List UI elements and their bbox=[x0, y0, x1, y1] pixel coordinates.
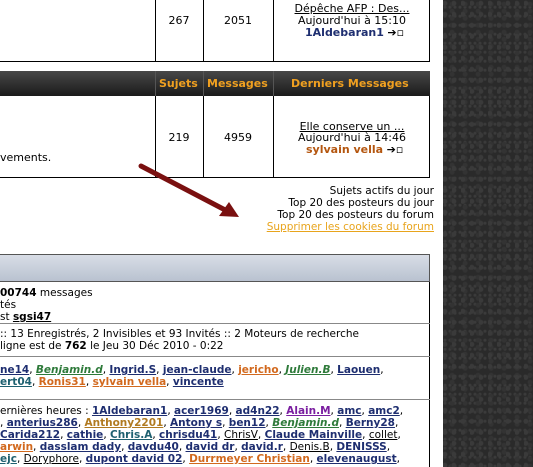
user-link[interactable]: Denis.B bbox=[290, 441, 330, 453]
user-link[interactable]: Antony s bbox=[170, 417, 222, 429]
header-sujets: Sujets bbox=[159, 77, 198, 90]
stats-messages-count: 00744 bbox=[0, 287, 37, 299]
stats-messages: 00744 messages bbox=[0, 287, 93, 299]
online-record-count: 762 bbox=[64, 340, 87, 352]
goto-post-icon[interactable]: ➔▫ bbox=[387, 26, 404, 39]
message-count: 2051 bbox=[224, 14, 252, 27]
page-background-dark bbox=[443, 0, 533, 467]
last-hours-row1: ernières heures : 1Aldebaran1, acer1969,… bbox=[0, 405, 404, 417]
stats-line2: tés bbox=[0, 299, 17, 311]
user-link[interactable]: elevenaugust bbox=[317, 453, 397, 465]
user-link[interactable]: Benjamin.d bbox=[272, 417, 339, 429]
last-hours-row3: Carida212, cathie, Chris.A, chrisdu41, C… bbox=[0, 429, 401, 441]
user-link[interactable]: davdu40 bbox=[128, 441, 179, 453]
user-link[interactable]: david dr bbox=[186, 441, 235, 453]
user-link[interactable]: david.r bbox=[241, 441, 283, 453]
online-record-suffix: le Jeu 30 Déc 2010 - 0:22 bbox=[90, 340, 224, 352]
user-link[interactable]: arwin bbox=[0, 441, 33, 453]
last-post-user[interactable]: 1Aldebaran1 ➔▫ bbox=[305, 26, 404, 39]
user-link[interactable]: amc bbox=[337, 405, 361, 417]
top20-forum-link[interactable]: Top 20 des posteurs du forum bbox=[277, 209, 434, 221]
stats-messages-label: messages bbox=[39, 287, 93, 299]
user-link[interactable]: Benjamin.d bbox=[36, 364, 103, 376]
user-link[interactable]: collet bbox=[369, 429, 398, 441]
user-link[interactable]: Ronis31 bbox=[39, 376, 86, 388]
newest-member-link[interactable]: sgsi47 bbox=[13, 311, 51, 323]
user-link[interactable]: 1Aldebaran1 bbox=[92, 405, 167, 417]
topic-count: 267 bbox=[168, 14, 190, 27]
stats-header bbox=[0, 254, 430, 282]
stats-newest-member: st sgsi47 bbox=[0, 311, 51, 323]
online-record-prefix: ligne est de bbox=[0, 340, 62, 352]
user-link[interactable]: Doryphore bbox=[24, 453, 79, 465]
user-link[interactable]: ert04 bbox=[0, 376, 32, 388]
last-hours-row2: , anterius286, Anthony2201, Antony s, be… bbox=[0, 417, 399, 429]
user-link[interactable]: vincente bbox=[173, 376, 224, 388]
sujets-actifs-link[interactable]: Sujets actifs du jour bbox=[330, 185, 434, 197]
user-link[interactable]: anterius286 bbox=[7, 417, 78, 429]
user-link[interactable]: ben12 bbox=[229, 417, 266, 429]
user-link[interactable]: acer1969 bbox=[174, 405, 229, 417]
user-link[interactable]: DENISSS bbox=[336, 441, 386, 453]
header-messages: Messages bbox=[207, 77, 268, 90]
topic-count: 219 bbox=[168, 131, 190, 144]
user-link[interactable]: Durrmeyer Christian bbox=[189, 453, 310, 465]
top20-jour-link[interactable]: Top 20 des posteurs du jour bbox=[288, 197, 434, 209]
user-link[interactable]: dupont david 02 bbox=[86, 453, 183, 465]
delete-cookies-link[interactable]: Supprimer les cookies du forum bbox=[267, 221, 434, 233]
user-link[interactable]: ejc bbox=[0, 453, 17, 465]
user-link[interactable]: dasslam dady bbox=[40, 441, 121, 453]
user-link[interactable]: cathie bbox=[67, 429, 104, 441]
online-users-row1: ne14, Benjamin.d, Ingrid.S, jean-claude,… bbox=[0, 364, 384, 376]
user-link[interactable]: ne14 bbox=[0, 364, 29, 376]
header-derniers: Derniers Messages bbox=[291, 77, 409, 90]
last-hours-row4: arwin, dasslam dady, davdu40, david dr, … bbox=[0, 441, 391, 453]
message-count: 4959 bbox=[224, 131, 252, 144]
stats-newest-prefix: st bbox=[0, 311, 10, 323]
user-link[interactable]: Carida212 bbox=[0, 429, 60, 441]
online-record: ligne est de 762 le Jeu 30 Déc 2010 - 0:… bbox=[0, 340, 223, 352]
last-post-username[interactable]: 1Aldebaran1 bbox=[305, 26, 384, 39]
user-link[interactable]: Berny28 bbox=[346, 417, 395, 429]
user-link[interactable]: ad4n22 bbox=[236, 405, 280, 417]
last-post-username[interactable]: sylvain vella bbox=[306, 143, 383, 156]
user-link[interactable]: Ingrid.S bbox=[109, 364, 156, 376]
user-link[interactable]: chrisdu41 bbox=[159, 429, 217, 441]
user-link[interactable]: Julien.B bbox=[285, 364, 330, 376]
user-link[interactable]: ChrisV bbox=[224, 429, 258, 441]
last-hours-label: ernières heures : bbox=[0, 405, 89, 417]
user-link[interactable]: Laouen bbox=[337, 364, 380, 376]
user-link[interactable]: Alain.M bbox=[286, 405, 330, 417]
last-post-user[interactable]: sylvain vella ➔▫ bbox=[306, 143, 403, 156]
last-hours-row5: ejc, Doryphore, dupont david 02, Durrmey… bbox=[0, 453, 400, 465]
user-link[interactable]: Chris.A bbox=[110, 429, 152, 441]
forum-description: vements. bbox=[0, 151, 52, 164]
annotation-arrow-icon bbox=[138, 163, 239, 217]
user-link[interactable]: jean-claude bbox=[163, 364, 232, 376]
online-users-row2: ert04, Ronis31, sylvain vella, vincente bbox=[0, 376, 224, 388]
online-summary: :: 13 Enregistrés, 2 Invisibles et 93 In… bbox=[0, 328, 359, 340]
goto-post-icon[interactable]: ➔▫ bbox=[387, 143, 404, 156]
user-link[interactable]: Claude Mainville bbox=[265, 429, 363, 441]
user-link[interactable]: jericho bbox=[238, 364, 278, 376]
user-link[interactable]: sylvain vella bbox=[93, 376, 167, 388]
user-link[interactable]: amc2 bbox=[368, 405, 400, 417]
user-link[interactable]: Anthony2201 bbox=[85, 417, 164, 429]
